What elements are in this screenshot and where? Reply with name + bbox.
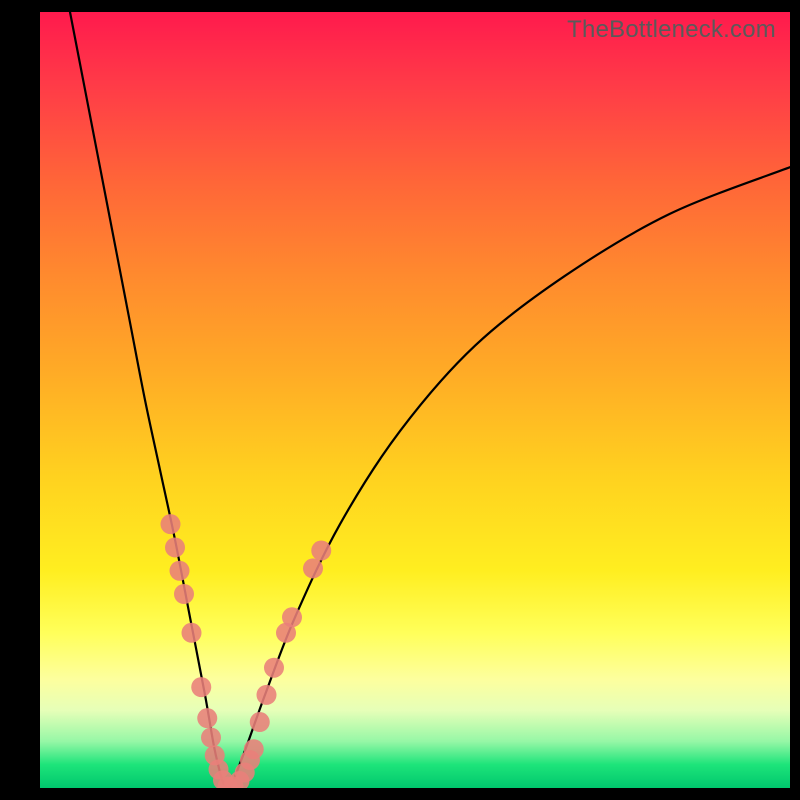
- data-marker: [201, 728, 221, 748]
- data-marker: [170, 561, 190, 581]
- data-marker: [213, 770, 233, 788]
- data-marker: [191, 677, 211, 697]
- data-marker: [218, 776, 238, 788]
- data-marker: [264, 658, 284, 678]
- data-marker: [205, 745, 225, 765]
- data-marker: [244, 739, 264, 759]
- data-marker: [174, 584, 194, 604]
- plot-area: TheBottleneck.com: [40, 12, 790, 788]
- data-marker: [257, 685, 277, 705]
- data-marker: [197, 708, 217, 728]
- data-marker: [161, 514, 181, 534]
- data-marker: [250, 712, 270, 732]
- chart-frame: TheBottleneck.com: [0, 0, 800, 800]
- data-marker: [311, 541, 331, 561]
- watermark-text: TheBottleneck.com: [567, 16, 776, 44]
- data-marker: [224, 776, 244, 788]
- data-marker: [182, 623, 202, 643]
- data-marker: [282, 607, 302, 627]
- data-marker: [235, 762, 255, 782]
- data-marker: [209, 759, 229, 779]
- data-marker: [165, 537, 185, 557]
- bottleneck-curve: [40, 12, 790, 788]
- data-marker: [276, 623, 296, 643]
- data-marker: [303, 558, 323, 578]
- data-marker: [240, 750, 260, 770]
- data-marker: [230, 771, 250, 788]
